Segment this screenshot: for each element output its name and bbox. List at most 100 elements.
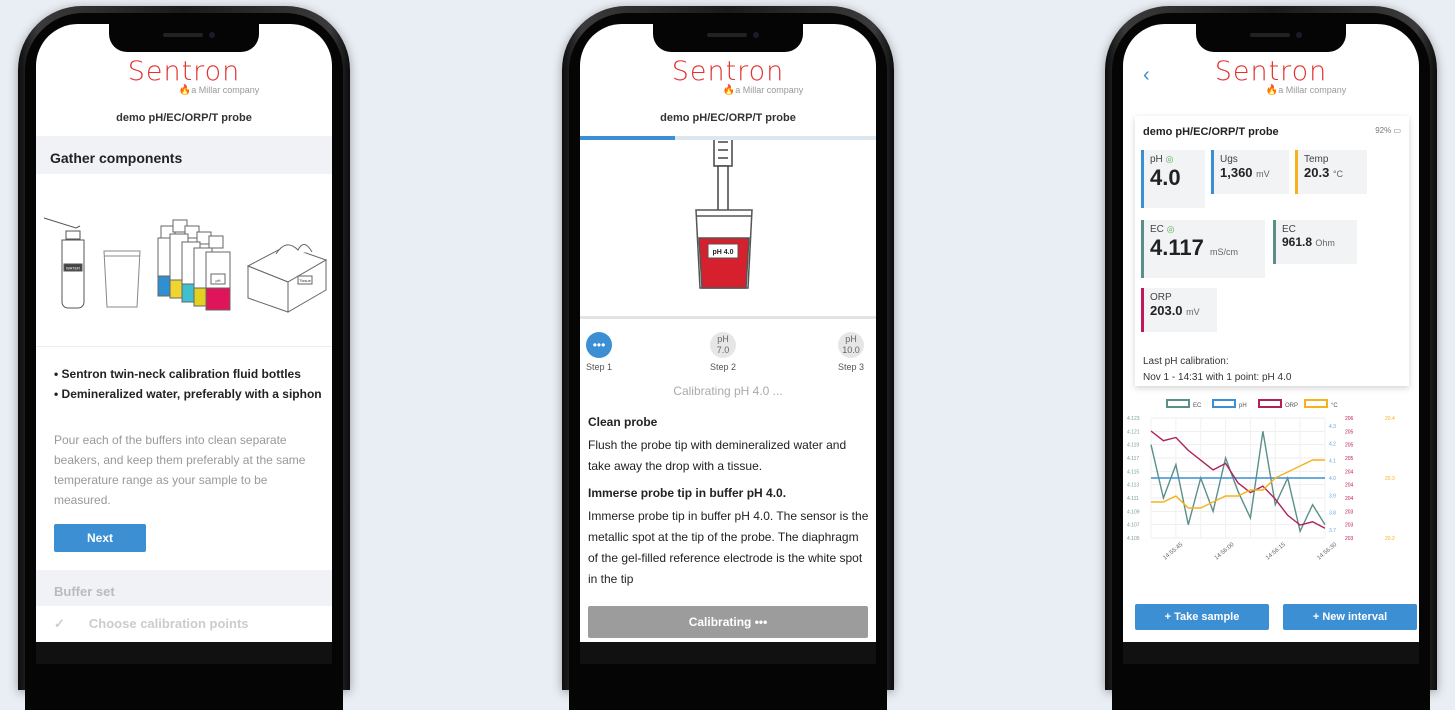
home-bar xyxy=(580,642,876,664)
clean-probe-heading: Clean probe xyxy=(588,415,658,429)
new-interval-button[interactable]: + New interval xyxy=(1283,604,1417,630)
measurement-chart[interactable]: EC pH ORP °C 4.123 4.121 4.119 4.117 4.115 4.113 4… xyxy=(1125,396,1417,586)
orp-label: ORP xyxy=(1150,292,1172,303)
flame-icon: 🔥 xyxy=(722,85,736,96)
measurement-card: demo pH/EC/ORP/T probe 92% ▭ pH ◎ 4.0 Ug… xyxy=(1135,116,1409,386)
legend-swatch xyxy=(1212,399,1236,408)
ugs-tile[interactable]: Ugs 1,360 mV xyxy=(1211,150,1289,194)
orp-tick-label: 205 xyxy=(1345,443,1354,449)
step-1[interactable]: ••• Step 1 xyxy=(586,332,612,372)
ph-tick-label: 4.1 xyxy=(1329,459,1336,465)
ph-label: pH xyxy=(1150,154,1163,165)
step-dot: ••• xyxy=(586,332,613,358)
ph-tick-label: 3.7 xyxy=(1329,528,1336,534)
series-line-EC xyxy=(1150,431,1326,534)
orp-tick-label: 204 xyxy=(1345,483,1354,489)
chart-svg: EC pH ORP °C 4.123 4.121 4.119 4.117 4.115 4.113 4… xyxy=(1127,399,1395,562)
probe-in-beaker-drawing: pH 4.0 xyxy=(695,135,753,289)
device-name: demo pH/EC/ORP/T probe xyxy=(116,112,252,124)
step-2[interactable]: pH 7.0 Step 2 xyxy=(710,332,736,372)
buffer-set-section[interactable]: Buffer set xyxy=(36,570,332,606)
legend-swatch xyxy=(1304,399,1328,408)
instructions-text: Pour each of the buffers into clean sepa… xyxy=(54,433,306,507)
last-calibration: Last pH calibration: Nov 1 - 14:31 with … xyxy=(1143,354,1291,386)
tagline: a Millar company xyxy=(1278,85,1347,95)
ph-tick-label: 4.0 xyxy=(1329,476,1336,482)
legend-swatch xyxy=(1258,399,1282,408)
orp-unit: mV xyxy=(1186,307,1200,317)
legend-label: EC xyxy=(1193,403,1202,409)
ok-status-icon: ◎ xyxy=(1166,224,1175,234)
components-list: • Sentron twin-neck calibration fluid bo… xyxy=(54,364,322,404)
calibrating-button[interactable]: Calibrating ••• xyxy=(588,606,868,638)
calibration-status: Calibrating pH 4.0 ... xyxy=(673,384,783,398)
flame-icon: 🔥 xyxy=(178,85,192,96)
take-sample-button[interactable]: + Take sample xyxy=(1135,604,1269,630)
orp-value: 203.0 xyxy=(1150,303,1183,318)
ugs-unit: mV xyxy=(1256,169,1270,179)
x-tick-label: 14:56:15 xyxy=(1265,541,1287,561)
ec-value: 4.117 xyxy=(1150,235,1204,260)
brand-header: Sentron 🔥a Millar company xyxy=(36,56,332,96)
next-button[interactable]: Next xyxy=(54,524,146,552)
components-drawing: WATER pH Tissue xyxy=(43,217,328,313)
tissue-label: Tissue xyxy=(299,278,311,283)
legend-label: °C xyxy=(1331,403,1338,409)
section-title: Gather components xyxy=(36,136,332,174)
phone-calibration-gather: Sentron 🔥a Millar company demo pH/EC/ORP… xyxy=(18,6,350,710)
ec-tick-label: 4.121 xyxy=(1127,429,1140,435)
ph-tick-label: 4.3 xyxy=(1329,424,1336,430)
step-dot: pH 7.0 xyxy=(710,332,737,358)
beaker-label: pH 4.0 xyxy=(712,249,733,256)
ec-tick-label: 4.117 xyxy=(1127,456,1139,462)
ph-tile[interactable]: pH ◎ 4.0 xyxy=(1141,150,1205,208)
ec-resistance-tile[interactable]: EC 961.8 Ohm xyxy=(1273,220,1357,264)
orp-tick-label: 206 xyxy=(1345,416,1354,422)
ec-tick-label: 4.107 xyxy=(1127,523,1140,529)
ec-resistance-unit: Ohm xyxy=(1315,238,1335,248)
brand-header: Sentron 🔥a Millar company xyxy=(580,56,876,96)
list-item: • Sentron twin-neck calibration fluid bo… xyxy=(54,367,301,381)
clean-probe-text: Flush the probe tip with demineralized w… xyxy=(588,438,847,473)
last-cal-title: Last pH calibration: xyxy=(1143,356,1229,367)
ec-tile[interactable]: EC ◎ 4.117 mS/cm xyxy=(1141,220,1265,278)
ec-tick-label: 4.111 xyxy=(1127,496,1139,502)
orp-tile[interactable]: ORP 203.0 mV xyxy=(1141,288,1217,332)
step-3[interactable]: pH 10.0 Step 3 xyxy=(838,332,864,372)
battery-icon: ▭ xyxy=(1393,126,1401,135)
orp-tick-label: 205 xyxy=(1345,456,1354,462)
step-label: Step 2 xyxy=(710,362,737,372)
x-tick-label: 14:55:45 xyxy=(1162,541,1184,561)
ok-status-icon: ◎ xyxy=(1165,154,1174,164)
notch xyxy=(109,24,259,52)
orp-tick-label: 203 xyxy=(1345,523,1354,529)
orp-tick-label: 205 xyxy=(1345,429,1354,435)
temp-tile[interactable]: Temp 20.3 °C xyxy=(1295,150,1367,194)
x-tick-label: 14:56:30 xyxy=(1316,541,1338,561)
temp-value: 20.3 xyxy=(1304,165,1330,180)
calibration-steps: ••• Step 1 pH 7.0 Step 2 pH 10.0 Step 3 xyxy=(580,324,876,384)
sentron-logo: Sentron xyxy=(671,56,785,87)
temp-tick-label: 20.3 xyxy=(1385,476,1395,482)
orp-tick-label: 204 xyxy=(1345,496,1354,502)
step-label: Step 1 xyxy=(586,362,613,372)
home-bar xyxy=(36,642,332,664)
ec-tick-label: 4.113 xyxy=(1127,483,1139,489)
device-name: demo pH/EC/ORP/T probe xyxy=(1143,126,1279,138)
orp-tick-label: 203 xyxy=(1345,509,1354,515)
probe-illustration: pH 4.0 xyxy=(580,135,876,319)
series-line-ORP xyxy=(1150,430,1326,529)
choose-calibration-points[interactable]: ✓ Choose calibration points xyxy=(54,616,322,632)
tissue-box-icon xyxy=(246,244,328,313)
phone-screen: Sentron 🔥a Millar company demo pH/EC/ORP… xyxy=(580,24,876,664)
ugs-value: 1,360 xyxy=(1220,165,1253,180)
ec-tick-label: 4.105 xyxy=(1127,536,1140,542)
check-icon: ✓ xyxy=(54,616,65,631)
temp-tick-label: 20.4 xyxy=(1385,416,1395,422)
home-bar xyxy=(1123,642,1419,664)
notch xyxy=(653,24,803,52)
sentron-logo: Sentron xyxy=(1214,56,1328,87)
wash-bottle-icon xyxy=(43,217,85,309)
calibration-instructions: Clean probe Flush the probe tip with dem… xyxy=(588,412,870,596)
ph-value: 4.0 xyxy=(1150,165,1181,190)
